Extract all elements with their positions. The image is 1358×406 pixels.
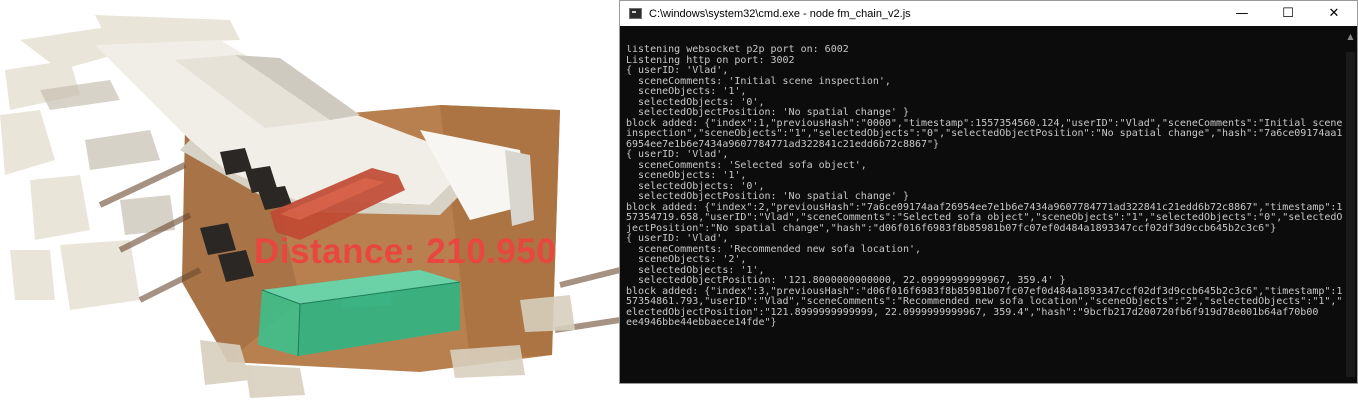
maximize-button[interactable]: ☐	[1265, 1, 1311, 26]
distance-label: Distance: 210.950	[254, 232, 557, 271]
console-line: 57354719.658,"userID":"Vlad","sceneComme…	[626, 212, 1343, 223]
point-cloud-render	[0, 15, 620, 398]
console-line: jectPosition":"No spatial change","hash"…	[626, 222, 1277, 234]
close-button[interactable]: ✕	[1311, 1, 1357, 26]
console-line: { userID: 'Vlad',	[626, 149, 729, 160]
console-line: { userID: 'Vlad',	[626, 65, 729, 76]
scroll-thumb[interactable]	[1346, 52, 1355, 377]
console-line: sceneObjects: '2',	[626, 254, 747, 265]
console-line: selectedObjectPosition: 'No spatial chan…	[626, 191, 909, 202]
maximize-icon: ☐	[1282, 6, 1294, 21]
cmd-app-icon	[629, 8, 642, 19]
minimize-button[interactable]: —	[1219, 1, 1265, 26]
console-output[interactable]: listening websocket p2p port on: 6002 Lis…	[626, 45, 1343, 379]
console-line: { userID: 'Vlad',	[626, 233, 729, 244]
title-bar[interactable]: C:\windows\system32\cmd.exe - node fm_ch…	[620, 1, 1357, 26]
console-line: selectedObjectPosition: 'No spatial chan…	[626, 107, 909, 118]
console-line: selectedObjectPosition: '121.80000000000…	[626, 275, 1066, 286]
console-line: 6954ee7e1b6e7434a9607784771ad322841c21ed…	[626, 138, 940, 150]
minimize-icon: —	[1235, 6, 1249, 21]
console-line: sceneObjects: '1',	[626, 170, 747, 181]
console-line: ee4946bbe44ebbaece14fde"}	[626, 317, 777, 328]
console-line: inspection","sceneObjects":"1","selected…	[626, 128, 1343, 139]
vertical-scrollbar[interactable]: ▲	[1344, 26, 1357, 383]
close-icon: ✕	[1328, 6, 1340, 21]
window-title: C:\windows\system32\cmd.exe - node fm_ch…	[649, 7, 911, 20]
scene-viewport[interactable]: Distance: 210.950	[0, 0, 620, 406]
console-line: 57354861.793,"userID":"Vlad","sceneComme…	[626, 296, 1343, 307]
console-line: listening websocket p2p port on: 6002	[626, 45, 849, 55]
console-line: Listening http on port: 3002	[626, 54, 795, 66]
console-line: sceneObjects: '1',	[626, 86, 747, 97]
scroll-up-arrow-icon[interactable]: ▲	[1344, 32, 1357, 42]
window-controls: — ☐ ✕	[1219, 1, 1357, 26]
cmd-window[interactable]: C:\windows\system32\cmd.exe - node fm_ch…	[619, 0, 1358, 384]
